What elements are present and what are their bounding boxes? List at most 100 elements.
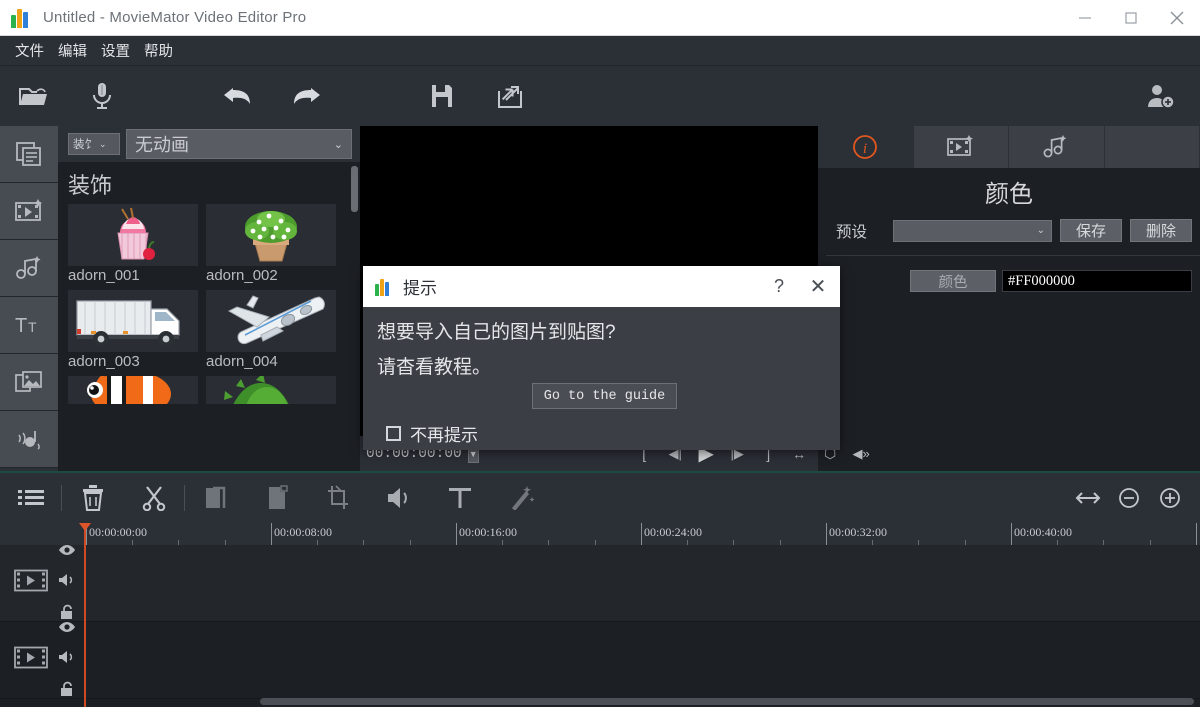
clownfish-thumbnail bbox=[68, 376, 198, 404]
window-title: Untitled - MovieMator Video Editor Pro bbox=[43, 9, 306, 26]
save-button[interactable] bbox=[408, 66, 476, 126]
preset-select[interactable]: ⌄ bbox=[893, 220, 1052, 242]
tab-video-filters[interactable] bbox=[914, 126, 1010, 168]
menu-edit[interactable]: 编辑 bbox=[51, 38, 94, 63]
open-file-button[interactable] bbox=[0, 66, 68, 126]
timeline-ruler[interactable]: 00:00:00:00 00:00:08:00 00:00:16:00 00:0… bbox=[0, 523, 1200, 545]
tab-extra[interactable] bbox=[1105, 126, 1200, 168]
ruler-label: 00:00:16:00 bbox=[459, 525, 517, 540]
text-button[interactable] bbox=[429, 472, 490, 524]
audio-effects-icon bbox=[15, 255, 43, 281]
box-truck-thumbnail bbox=[68, 290, 198, 352]
asset-item[interactable]: adorn_003 bbox=[68, 290, 198, 370]
zoom-fit-button[interactable] bbox=[1067, 490, 1108, 506]
speaker-icon bbox=[386, 487, 412, 509]
timeline-zoom-controls bbox=[1067, 487, 1190, 509]
sidebar-item-stickers[interactable] bbox=[0, 354, 58, 411]
asset-item[interactable]: adorn_002 bbox=[206, 204, 336, 284]
list-menu-icon bbox=[18, 488, 44, 508]
dont-show-again-row[interactable]: 不再提示 bbox=[386, 421, 826, 446]
minimize-button[interactable] bbox=[1062, 0, 1108, 36]
track-mute-toggle[interactable] bbox=[58, 650, 76, 669]
volume-button[interactable] bbox=[368, 472, 429, 524]
asset-item[interactable]: adorn_004 bbox=[206, 290, 336, 370]
tab-audio-filters[interactable] bbox=[1009, 126, 1105, 168]
redo-button[interactable] bbox=[272, 66, 340, 126]
color-value-field[interactable]: #FF000000 bbox=[1002, 270, 1192, 292]
asset-caption bbox=[68, 404, 198, 405]
magic-button[interactable] bbox=[490, 472, 551, 524]
menu-settings[interactable]: 设置 bbox=[94, 38, 137, 63]
save-preset-button[interactable]: 保存 bbox=[1060, 219, 1122, 242]
sidebar-item-text[interactable]: T T bbox=[0, 297, 58, 354]
crop-button[interactable] bbox=[307, 472, 368, 524]
track-lock-toggle[interactable] bbox=[60, 681, 74, 702]
go-to-guide-button[interactable]: Go to the guide bbox=[532, 383, 677, 409]
assets-grid: adorn_001 bbox=[58, 204, 360, 411]
category-select[interactable]: 装饣 ⌄ bbox=[68, 133, 120, 155]
track-visibility-toggle[interactable] bbox=[58, 620, 76, 638]
sidebar-item-media[interactable] bbox=[0, 126, 58, 183]
dialog-help-button[interactable]: ? bbox=[762, 276, 796, 297]
track-mute-toggle[interactable] bbox=[58, 573, 76, 592]
sidebar-item-audio-effects[interactable] bbox=[0, 240, 58, 297]
close-button[interactable] bbox=[1154, 0, 1200, 36]
assets-section-title: 装饰 bbox=[58, 162, 360, 204]
chevron-down-icon: ⌄ bbox=[1037, 225, 1045, 236]
tip-dialog: 提示 ? ✕ 想要导入自己的图片到贴图? 请杳看教程。 Go to the gu… bbox=[363, 266, 840, 450]
volume-button[interactable]: ◀» bbox=[846, 446, 877, 462]
timeline-horizontal-scrollbar[interactable] bbox=[260, 698, 1194, 705]
ruler-label: 00:00:32:00 bbox=[829, 525, 887, 540]
flower-bush-thumbnail bbox=[206, 204, 336, 266]
maximize-button[interactable] bbox=[1108, 0, 1154, 36]
assets-scrollbar[interactable] bbox=[351, 166, 358, 212]
paste-button[interactable] bbox=[246, 472, 307, 524]
dialog-title: 提示 bbox=[403, 274, 437, 299]
tab-properties[interactable]: i bbox=[818, 126, 914, 168]
export-button[interactable] bbox=[476, 66, 544, 126]
scissors-icon bbox=[142, 485, 166, 511]
zoom-out-button[interactable] bbox=[1108, 487, 1149, 509]
add-user-button[interactable] bbox=[1126, 66, 1194, 126]
sidebar-item-video-effects[interactable] bbox=[0, 183, 58, 240]
text-tool-icon: T T bbox=[14, 313, 44, 337]
timeline-tracks bbox=[0, 545, 1200, 707]
color-picker-button[interactable]: 颜色 bbox=[910, 270, 996, 292]
zoom-in-button[interactable] bbox=[1149, 487, 1190, 509]
copy-button[interactable] bbox=[185, 472, 246, 524]
asset-caption: adorn_002 bbox=[206, 266, 336, 284]
svg-text:i: i bbox=[863, 141, 867, 157]
track-header bbox=[0, 545, 84, 621]
animation-select[interactable]: 无动画 ⌄ bbox=[126, 129, 352, 159]
timeline-menu-button[interactable] bbox=[0, 472, 61, 524]
asset-item[interactable]: adorn_001 bbox=[68, 204, 198, 284]
video-track-1[interactable] bbox=[0, 545, 1200, 622]
asset-item[interactable] bbox=[206, 376, 336, 405]
track-header bbox=[0, 622, 84, 698]
ruler-label: 00:00:24:00 bbox=[644, 525, 702, 540]
video-filter-icon bbox=[946, 135, 976, 159]
sidebar-item-sound[interactable] bbox=[0, 411, 58, 468]
timeline-toolbar bbox=[0, 471, 1200, 523]
audio-filter-icon bbox=[1042, 135, 1070, 159]
properties-panel: i bbox=[818, 126, 1200, 471]
dont-show-again-checkbox[interactable] bbox=[386, 426, 401, 441]
cut-button[interactable] bbox=[123, 472, 184, 524]
record-voice-button[interactable] bbox=[68, 66, 136, 126]
video-track-2[interactable] bbox=[0, 622, 1200, 699]
dialog-close-button[interactable]: ✕ bbox=[796, 274, 840, 299]
menu-help[interactable]: 帮助 bbox=[137, 38, 180, 63]
delete-preset-button[interactable]: 删除 bbox=[1130, 219, 1192, 242]
undo-button[interactable] bbox=[204, 66, 272, 126]
asset-item[interactable] bbox=[68, 376, 198, 405]
dialog-message-line1: 想要导入自己的图片到贴图? bbox=[377, 317, 826, 352]
track-content-area[interactable] bbox=[84, 622, 1200, 698]
menu-file[interactable]: 文件 bbox=[8, 38, 51, 63]
menubar: 文件 编辑 设置 帮助 bbox=[0, 36, 1200, 66]
magic-wand-icon bbox=[508, 486, 534, 510]
playhead-handle[interactable] bbox=[79, 523, 91, 531]
delete-button[interactable] bbox=[62, 472, 123, 524]
track-visibility-toggle[interactable] bbox=[58, 543, 76, 561]
track-content-area[interactable] bbox=[84, 545, 1200, 621]
app-logo-icon bbox=[375, 278, 395, 296]
